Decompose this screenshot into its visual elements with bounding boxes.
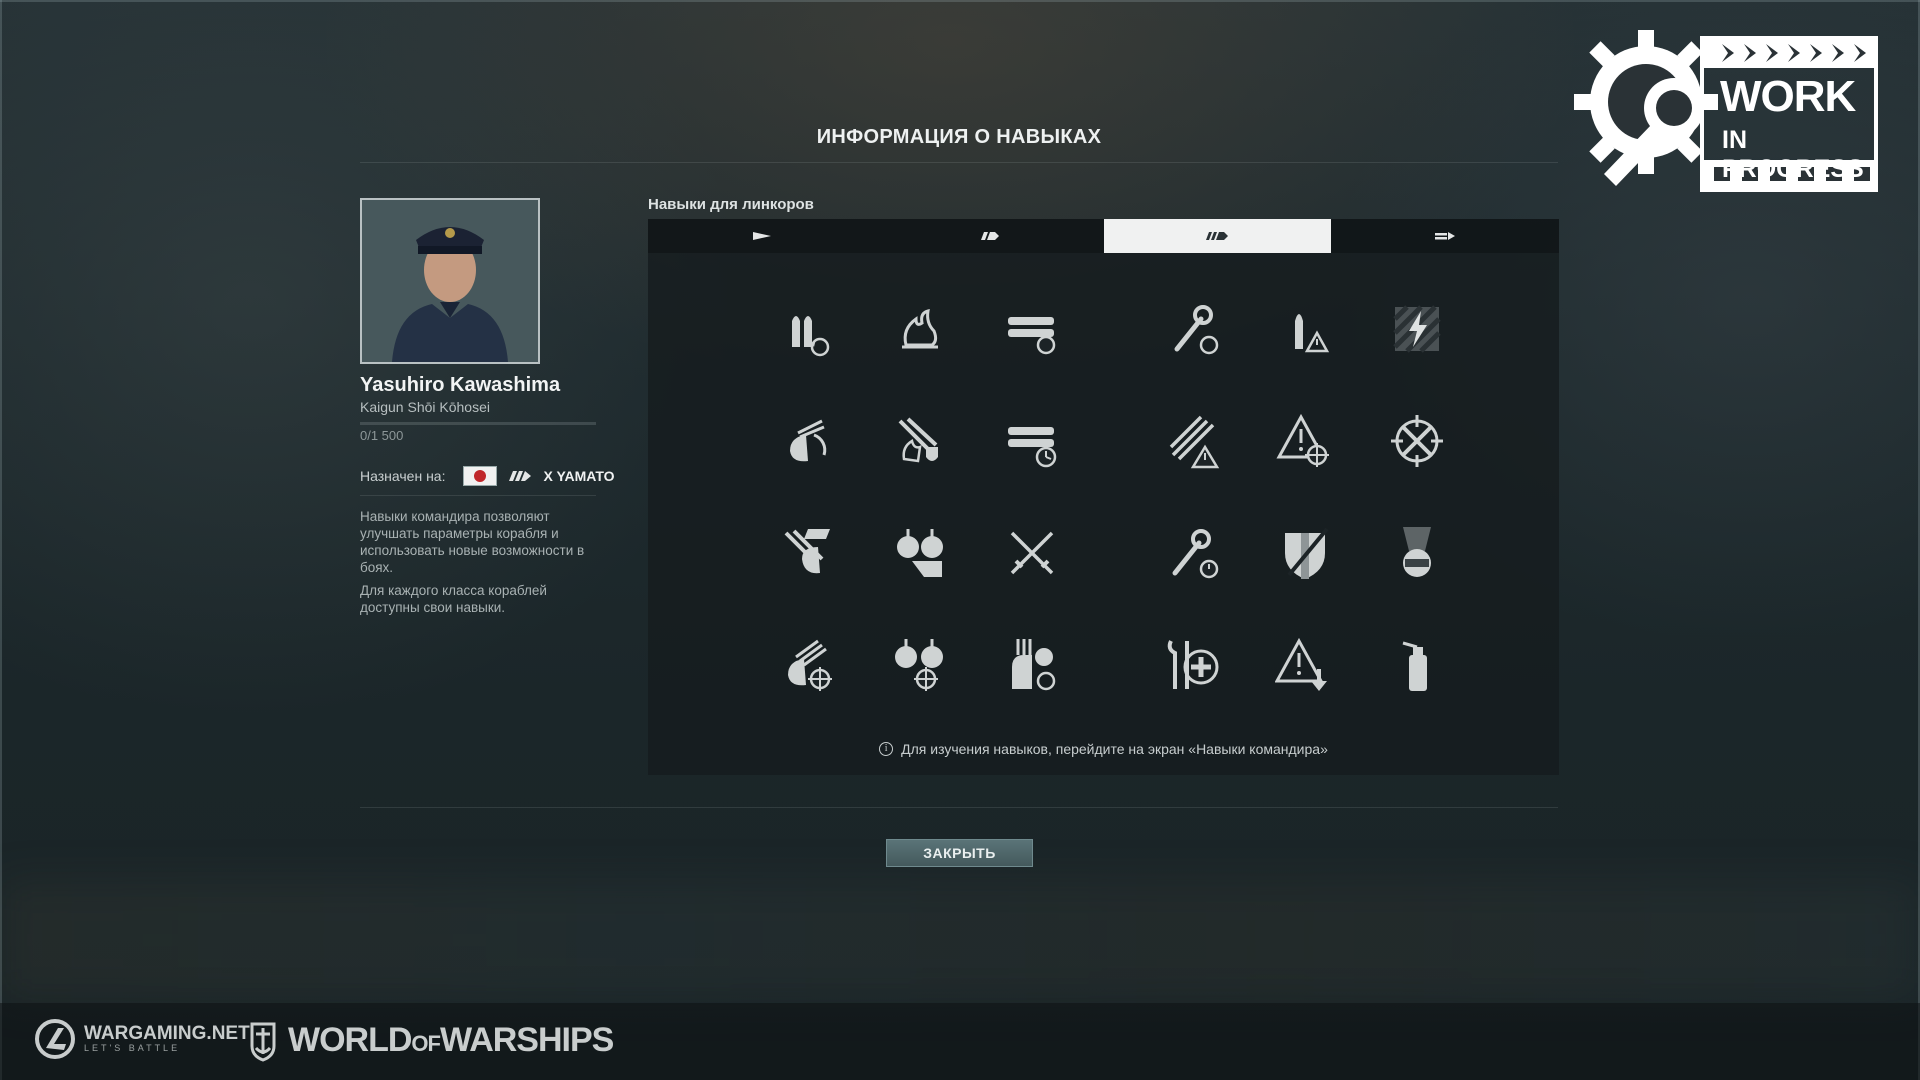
skill-anti-air-crosshair[interactable] bbox=[1382, 406, 1452, 476]
skill-armor-shield[interactable] bbox=[1270, 518, 1340, 588]
commander-divider bbox=[360, 495, 596, 496]
skill-secondary-crosshair[interactable] bbox=[773, 630, 843, 700]
armor-shield-icon bbox=[1285, 527, 1329, 579]
skill-crossed-swords[interactable] bbox=[997, 518, 1067, 588]
tab-aircraft-carriers[interactable] bbox=[1331, 219, 1559, 253]
anti-air-guns-icon bbox=[897, 529, 943, 577]
skill-fire[interactable] bbox=[885, 294, 955, 364]
cruiser-class-icon bbox=[980, 232, 999, 240]
warning-crosshair-icon bbox=[1276, 413, 1329, 467]
frame-left bbox=[0, 0, 2, 1080]
skill-flag-turret[interactable] bbox=[773, 518, 843, 588]
flag-turret-icon bbox=[784, 529, 830, 574]
torpedo-reload-icon bbox=[1008, 317, 1056, 355]
aircraft-carrier-class-icon bbox=[1435, 232, 1456, 240]
skill-lightning-priority[interactable] bbox=[1382, 294, 1452, 364]
secondary-crosshair-icon bbox=[788, 639, 832, 691]
assigned-ship-row: Назначен на: X YAMATO bbox=[360, 465, 615, 487]
skills-heading: Навыки для линкоров bbox=[648, 196, 814, 213]
shells-reload-icon bbox=[792, 316, 830, 357]
skill-anti-air-guns[interactable] bbox=[885, 518, 955, 588]
fire-icon bbox=[902, 308, 938, 349]
barrels-warning-icon bbox=[1169, 415, 1220, 469]
close-button[interactable]: ЗАКРЫТЬ bbox=[886, 839, 1033, 867]
assigned-label: Назначен на: bbox=[360, 468, 446, 484]
battleship-class-icon bbox=[1206, 232, 1229, 240]
assigned-ship-name: X YAMATO bbox=[543, 468, 615, 484]
ship-class-tabs bbox=[648, 219, 1559, 253]
skill-anti-air-crosshair-guns[interactable] bbox=[885, 630, 955, 700]
frame-top bbox=[0, 0, 1920, 2]
tab-battleships[interactable] bbox=[1103, 219, 1332, 253]
crossed-swords-icon bbox=[1010, 531, 1054, 575]
anti-air-crosshair-guns-icon bbox=[895, 639, 943, 691]
badge-line2: IN PROGRESS bbox=[1722, 126, 1864, 183]
commander-name: Yasuhiro Kawashima bbox=[360, 374, 561, 396]
tab-cruisers[interactable] bbox=[875, 219, 1104, 253]
wargaming-tagline: LET'S BATTLE bbox=[84, 1043, 181, 1053]
warning-down-icon bbox=[1275, 637, 1327, 691]
skill-fire-extinguish[interactable] bbox=[885, 406, 955, 476]
skill-shells-reload[interactable] bbox=[773, 294, 843, 364]
skills-hint: i Для изучения навыков, перейдите на экр… bbox=[648, 741, 1559, 757]
skills-class-note: Для каждого класса кораблей доступны сво… bbox=[360, 583, 547, 615]
wrench-reload-icon bbox=[1174, 305, 1219, 355]
tab-destroyers[interactable] bbox=[648, 219, 876, 253]
skill-torpedo-timer[interactable] bbox=[997, 406, 1067, 476]
wows-world: WORLD bbox=[288, 1020, 412, 1059]
footer-divider bbox=[360, 807, 1558, 808]
skills-panel: i Для изучения навыков, перейдите на экр… bbox=[648, 219, 1559, 775]
skills-hint-text: Для изучения навыков, перейдите на экран… bbox=[901, 741, 1328, 757]
torpedo-timer-icon bbox=[1008, 427, 1057, 468]
skill-extinguisher[interactable] bbox=[1382, 630, 1452, 700]
battleship-class-icon bbox=[505, 466, 535, 486]
shell-warning-icon bbox=[1295, 314, 1330, 353]
wrench-timer-icon bbox=[1172, 529, 1219, 579]
turret-beam-icon bbox=[1403, 527, 1431, 577]
skills-description: Навыки командира позволяют улучшать пара… bbox=[360, 509, 585, 575]
fire-extinguish-icon bbox=[898, 417, 938, 463]
wargaming-emblem-icon bbox=[35, 1019, 75, 1059]
wargaming-logo: WARGAMING.NET LET'S BATTLE bbox=[34, 1018, 250, 1060]
info-icon: i bbox=[879, 742, 894, 756]
world-of-warships-logo: WORLDOFWARSHIPS bbox=[246, 1018, 614, 1062]
skill-turret-beam[interactable] bbox=[1382, 518, 1452, 588]
destroyer-class-icon bbox=[752, 232, 771, 240]
background-blur bbox=[0, 880, 1920, 1000]
repair-heal-icon bbox=[1167, 640, 1219, 689]
skill-turret-reload[interactable] bbox=[997, 630, 1067, 700]
secondary-turret-reload-icon bbox=[790, 419, 827, 462]
skill-wrench-timer[interactable] bbox=[1158, 518, 1228, 588]
skill-warning-down[interactable] bbox=[1270, 630, 1340, 700]
work-in-progress-badge: WORK IN PROGRESS bbox=[1574, 24, 1880, 192]
dialog-title: ИНФОРМАЦИЯ О НАВЫКАХ bbox=[816, 126, 1102, 148]
anti-air-crosshair-icon bbox=[1391, 415, 1443, 467]
title-divider bbox=[360, 162, 1558, 163]
skill-torpedo-reload[interactable] bbox=[997, 294, 1067, 364]
wows-of: OF bbox=[411, 1030, 441, 1056]
anchor-icon bbox=[250, 1022, 276, 1062]
japan-flag-icon bbox=[463, 466, 498, 486]
skill-secondary-turret-reload[interactable] bbox=[773, 406, 843, 476]
extinguisher-icon bbox=[1402, 641, 1427, 691]
wargaming-text: WARGAMING.NET bbox=[84, 1023, 250, 1044]
skill-warning-crosshair[interactable] bbox=[1270, 406, 1340, 476]
commander-portrait bbox=[360, 198, 540, 364]
commander-xp-text: 0/1 500 bbox=[360, 428, 404, 443]
commander-rank: Kaigun Shōi Kōhosei bbox=[360, 399, 490, 415]
commander-xp-bar bbox=[360, 422, 596, 425]
skill-repair-heal[interactable] bbox=[1158, 630, 1228, 700]
world-of-warships-text: WORLDOFWARSHIPS bbox=[288, 1020, 614, 1060]
wows-warships: WARSHIPS bbox=[439, 1020, 614, 1059]
badge-line1: WORK bbox=[1720, 72, 1856, 121]
skill-wrench-reload[interactable] bbox=[1158, 294, 1228, 364]
turret-reload-icon bbox=[1012, 639, 1056, 691]
skill-barrels-warning[interactable] bbox=[1158, 406, 1228, 476]
lightning-priority-icon bbox=[1393, 305, 1441, 353]
skill-shell-warning[interactable] bbox=[1270, 294, 1340, 364]
